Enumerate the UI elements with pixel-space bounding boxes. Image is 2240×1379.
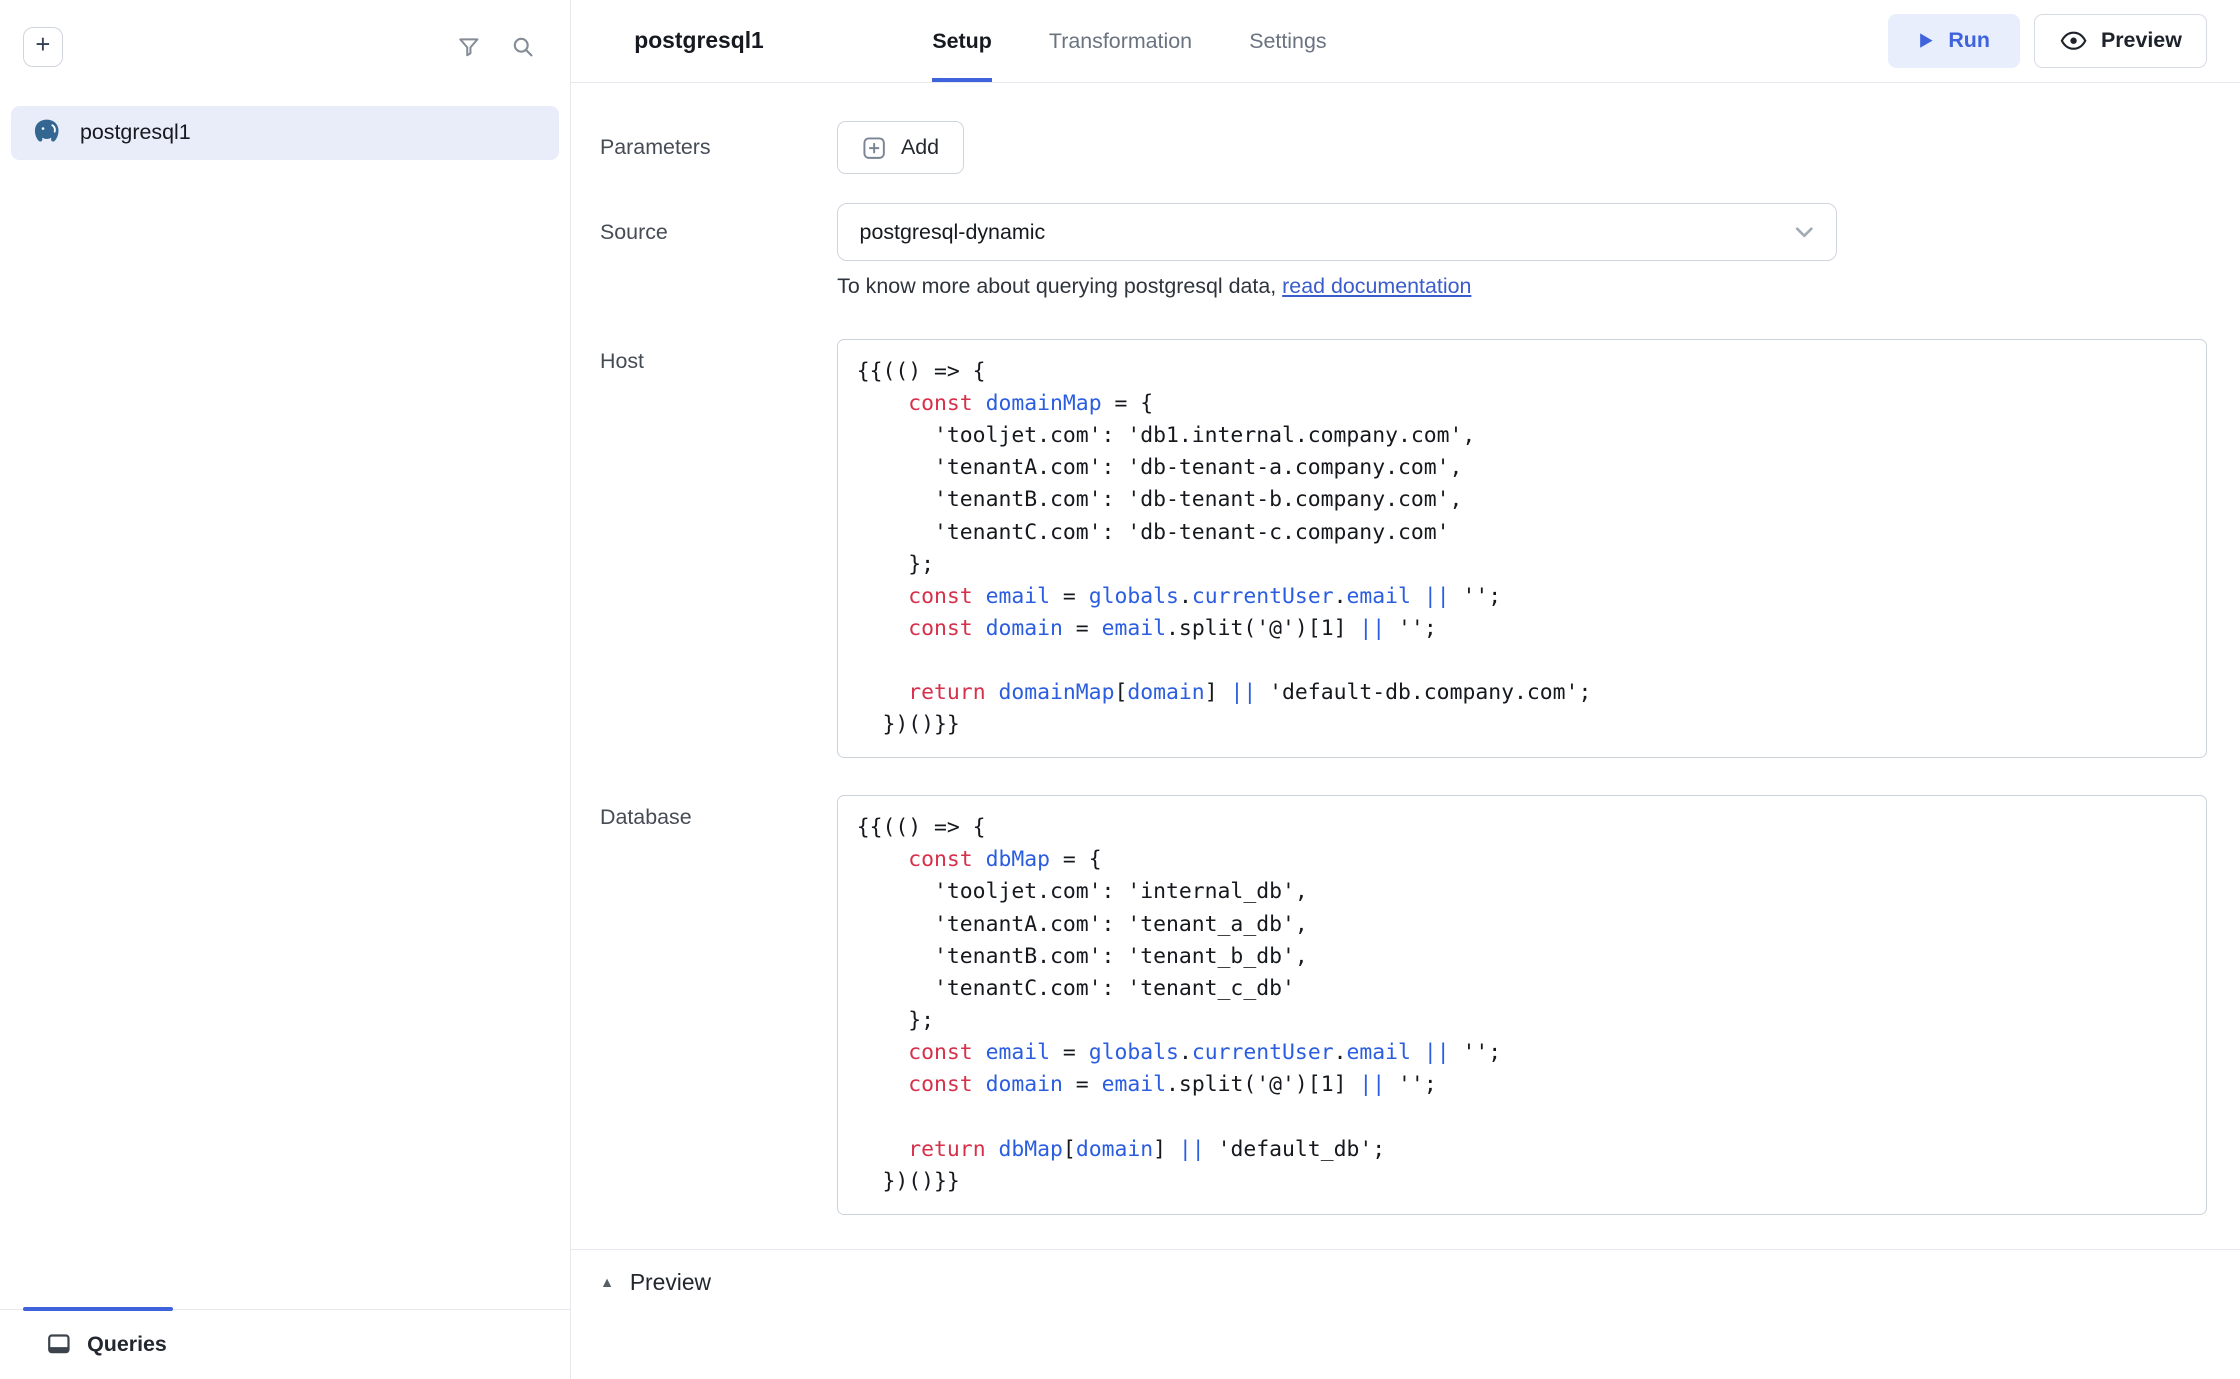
database-code-editor[interactable]: {{(() => { const dbMap = { 'tooljet.com'… <box>837 795 2207 1214</box>
postgresql-icon <box>31 117 62 148</box>
search-icon <box>510 34 536 60</box>
helper-spacer <box>571 274 837 299</box>
add-parameter-label: Add <box>901 135 939 160</box>
chevron-down-icon <box>1790 218 1819 247</box>
eye-icon <box>2060 30 2087 51</box>
header-actions: Run Preview <box>1888 0 2207 82</box>
query-list: postgresql1 <box>0 106 570 160</box>
preview-section-toggle[interactable]: ▲ Preview <box>571 1250 2240 1296</box>
host-row: Host {{(() => { const domainMap = { 'too… <box>571 339 2240 758</box>
app-root: + postgresql1 <box>0 0 2240 1379</box>
preview-section-label: Preview <box>630 1269 711 1296</box>
tab-settings[interactable]: Settings <box>1249 0 1326 82</box>
source-helper-row: To know more about querying postgresql d… <box>571 274 2240 299</box>
tab-transformation[interactable]: Transformation <box>1049 0 1192 82</box>
filter-icon <box>456 34 482 60</box>
search-queries-button[interactable] <box>508 31 539 62</box>
query-list-item-postgresql1[interactable]: postgresql1 <box>11 106 559 160</box>
source-select-value: postgresql-dynamic <box>860 220 1046 245</box>
database-label: Database <box>571 795 837 830</box>
preview-button-label: Preview <box>2101 28 2182 53</box>
parameters-row: Parameters Add <box>571 121 2240 174</box>
run-button-label: Run <box>1948 28 1990 53</box>
queries-panel-toggle[interactable]: Queries <box>0 1309 570 1379</box>
source-select[interactable]: postgresql-dynamic <box>837 203 1837 262</box>
run-button[interactable]: Run <box>1888 14 2020 68</box>
add-parameter-button[interactable]: Add <box>837 121 964 174</box>
query-item-label: postgresql1 <box>80 120 191 145</box>
play-icon <box>1918 32 1934 49</box>
active-panel-indicator <box>23 1307 173 1311</box>
query-title[interactable]: postgresql1 <box>634 27 763 54</box>
query-panel-sidebar: + postgresql1 <box>0 0 571 1379</box>
query-tabs: Setup Transformation Settings <box>932 0 1326 82</box>
source-row: Source postgresql-dynamic <box>571 203 2240 262</box>
preview-button[interactable]: Preview <box>2034 14 2207 68</box>
collapse-triangle-icon: ▲ <box>600 1274 614 1290</box>
database-row: Database {{(() => { const dbMap = { 'too… <box>571 795 2240 1214</box>
queries-icon <box>46 1331 72 1357</box>
host-code-editor[interactable]: {{(() => { const domainMap = { 'tooljet.… <box>837 339 2207 758</box>
source-helper-text: To know more about querying postgresql d… <box>837 274 1282 298</box>
parameters-label: Parameters <box>571 135 837 160</box>
filter-queries-button[interactable] <box>453 31 484 62</box>
sidebar-bottom: Queries <box>0 1309 570 1379</box>
read-documentation-link[interactable]: read documentation <box>1282 274 1471 298</box>
add-query-button[interactable]: + <box>23 27 63 67</box>
host-label: Host <box>571 339 837 374</box>
setup-panel: Parameters Add Source postgresql-dynamic <box>571 83 2240 1379</box>
tab-setup[interactable]: Setup <box>932 0 991 82</box>
sidebar-toolbar: + <box>0 0 570 94</box>
plus-square-icon <box>862 136 886 160</box>
queries-panel-label: Queries <box>87 1332 167 1357</box>
source-label: Source <box>571 220 837 245</box>
query-editor-main: postgresql1 Setup Transformation Setting… <box>571 0 2240 1379</box>
query-header: postgresql1 Setup Transformation Setting… <box>571 0 2240 83</box>
